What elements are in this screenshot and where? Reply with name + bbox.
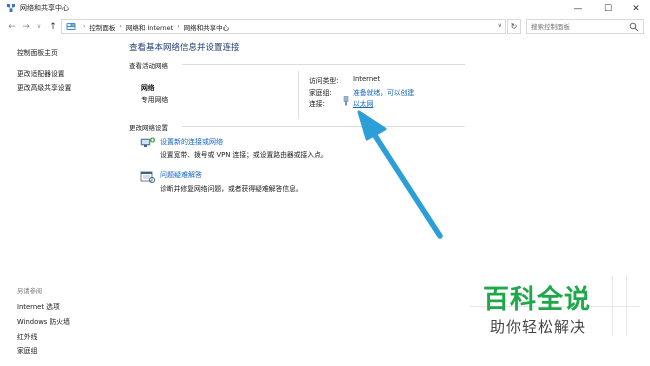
ethernet-link[interactable]: 以太网 <box>353 98 373 108</box>
network-center-icon <box>7 4 15 12</box>
network-type: 专用网络 <box>141 96 169 104</box>
recent-locations-button[interactable]: ∨ <box>33 20 45 34</box>
change-settings-heading: 更改网络设置 <box>129 124 168 132</box>
connections-label: 连接: <box>309 100 325 108</box>
title-bar: 网络和共享中心 — ☐ ✕ <box>0 0 650 17</box>
sidebar-item-change-advanced-sharing[interactable]: 更改高级共享设置 <box>17 82 71 92</box>
sidebar-item-change-adapter-settings[interactable]: 更改适配器设置 <box>17 68 65 78</box>
sidebar: 控制面板主页 更改适配器设置 更改高级共享设置 另请参阅 Internet 选项… <box>0 37 115 366</box>
sidebar-item-control-panel-home[interactable]: 控制面板主页 <box>17 47 58 57</box>
new-connection-icon <box>140 137 156 147</box>
ethernet-icon <box>343 96 349 106</box>
see-also-homegroup[interactable]: 家庭组 <box>17 345 37 355</box>
search-box[interactable] <box>526 19 644 34</box>
back-button[interactable]: ← <box>6 20 18 34</box>
breadcrumb-network-sharing-center[interactable]: 网络和共享中心 <box>184 22 230 32</box>
minimize-button[interactable]: — <box>564 0 592 17</box>
see-also-heading: 另请参阅 <box>17 288 43 295</box>
breadcrumb-separator: › <box>83 23 86 30</box>
watermark-line <box>626 276 627 336</box>
breadcrumb-control-panel[interactable]: 控制面板 <box>89 22 115 32</box>
control-panel-icon <box>66 22 76 30</box>
search-input[interactable] <box>531 22 627 31</box>
search-icon[interactable] <box>629 22 639 32</box>
network-name: 网络 <box>141 84 155 92</box>
access-type-value: Internet <box>353 75 380 83</box>
page-title: 查看基本网络信息并设置连接 <box>129 43 240 53</box>
see-also-internet-options[interactable]: Internet 选项 <box>17 301 60 311</box>
troubleshoot-link[interactable]: 问题疑难解答 <box>160 170 202 180</box>
access-type-label: 访问类型: <box>309 77 339 85</box>
refresh-button[interactable]: ↻ <box>507 19 521 34</box>
troubleshoot-icon <box>140 171 155 183</box>
breadcrumb-separator: › <box>119 23 122 30</box>
window-title: 网络和共享中心 <box>20 4 69 12</box>
watermark-subtitle: 助你轻松解决 <box>490 318 587 336</box>
watermark-title: 百科全说 <box>483 285 592 315</box>
navigation-bar: ← → ∨ ↑ › 控制面板 › 网络和 Internet › 网络和共享中心 … <box>0 17 650 37</box>
breadcrumb-network-internet[interactable]: 网络和 Internet <box>126 22 173 32</box>
divider <box>182 126 465 127</box>
address-bar[interactable]: › 控制面板 › 网络和 Internet › 网络和共享中心 ∨ <box>61 19 506 34</box>
setup-new-connection-desc: 设置宽带、拨号或 VPN 连接；或设置路由器或接入点。 <box>160 151 328 159</box>
setup-new-connection-link[interactable]: 设置新的连接或网络 <box>160 137 223 147</box>
close-button[interactable]: ✕ <box>622 0 650 17</box>
homegroup-label: 家庭组: <box>309 89 332 97</box>
breadcrumb-separator: › <box>177 23 180 30</box>
maximize-button[interactable]: ☐ <box>594 0 622 17</box>
up-button[interactable]: ↑ <box>47 20 59 34</box>
forward-button[interactable]: → <box>20 20 32 34</box>
see-also-infrared[interactable]: 红外线 <box>17 331 37 341</box>
divider <box>298 71 299 119</box>
homegroup-link[interactable]: 准备就绪，可以创建 <box>353 87 414 97</box>
address-dropdown-button[interactable]: ∨ <box>498 22 502 29</box>
see-also-windows-firewall[interactable]: Windows 防火墙 <box>17 316 70 326</box>
active-networks-heading: 查看活动网络 <box>129 62 168 70</box>
divider <box>182 64 465 65</box>
troubleshoot-desc: 诊断并修复网络问题，或者获得疑难解答信息。 <box>160 185 303 193</box>
watermark-line <box>612 276 613 336</box>
